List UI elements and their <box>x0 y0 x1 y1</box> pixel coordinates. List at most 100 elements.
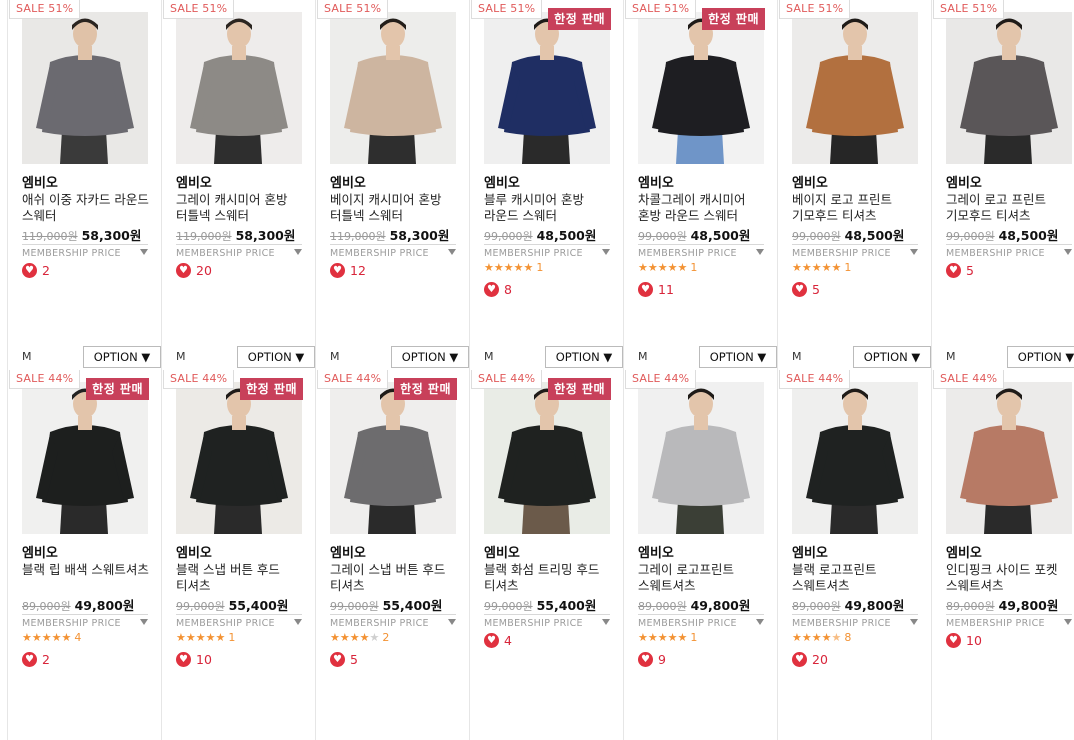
like-count[interactable]: ♥ 2 <box>22 651 50 667</box>
product-card[interactable]: SALE 51% 엠비오 베이지 캐시미어 혼방 터틀넥 스웨터 119,000원 58… <box>315 0 469 370</box>
brand-name[interactable]: 엠비오 <box>22 172 58 191</box>
product-photo[interactable] <box>946 12 1072 164</box>
membership-price-label[interactable]: MEMBERSHIP PRICE <box>22 248 121 259</box>
brand-name[interactable]: 엠비오 <box>792 172 828 191</box>
chevron-down-icon[interactable] <box>756 619 764 625</box>
product-photo[interactable] <box>484 12 610 164</box>
product-name[interactable]: 블랙 립 배색 스웨트셔츠 <box>22 562 154 578</box>
product-photo[interactable] <box>638 382 764 534</box>
membership-price-label[interactable]: MEMBERSHIP PRICE <box>22 618 121 629</box>
option-button[interactable]: OPTION ▼ <box>83 346 161 368</box>
brand-name[interactable]: 엠비오 <box>330 542 366 561</box>
chevron-down-icon[interactable] <box>448 619 456 625</box>
chevron-down-icon[interactable] <box>1064 619 1072 625</box>
heart-icon[interactable]: ♥ <box>638 652 653 667</box>
like-count[interactable]: ♥ 20 <box>792 651 828 667</box>
membership-price-label[interactable]: MEMBERSHIP PRICE <box>330 248 429 259</box>
product-name[interactable]: 그레이 스냅 버튼 후드 티셔츠 <box>330 562 462 594</box>
brand-name[interactable]: 엠비오 <box>638 542 674 561</box>
like-count[interactable]: ♥ 2 <box>22 262 50 278</box>
brand-name[interactable]: 엠비오 <box>484 172 520 191</box>
product-card[interactable]: SALE 44% 엠비오 그레이 로고프린트 스웨트셔츠 89,000원 49,800원… <box>623 370 777 740</box>
membership-price-label[interactable]: MEMBERSHIP PRICE <box>792 618 891 629</box>
option-button[interactable]: OPTION ▼ <box>699 346 777 368</box>
product-image[interactable] <box>330 12 456 164</box>
product-card[interactable]: SALE 44% 엠비오 블랙 로고프린트 스웨트셔츠 89,000원 49,800원 M… <box>777 370 931 740</box>
membership-price-label[interactable]: MEMBERSHIP PRICE <box>176 248 275 259</box>
product-image[interactable] <box>484 382 610 534</box>
like-count[interactable]: ♥ 11 <box>638 281 674 297</box>
heart-icon[interactable]: ♥ <box>946 633 961 648</box>
like-count[interactable]: ♥ 5 <box>946 262 974 278</box>
chevron-down-icon[interactable] <box>756 249 764 255</box>
heart-icon[interactable]: ♥ <box>330 263 345 278</box>
membership-price-label[interactable]: MEMBERSHIP PRICE <box>946 248 1045 259</box>
heart-icon[interactable]: ♥ <box>792 652 807 667</box>
chevron-down-icon[interactable] <box>602 249 610 255</box>
product-name[interactable]: 애쉬 이중 자카드 라운드 스웨터 <box>22 192 154 224</box>
like-count[interactable]: ♥ 8 <box>484 281 512 297</box>
like-count[interactable]: ♥ 5 <box>330 651 358 667</box>
product-photo[interactable] <box>176 382 302 534</box>
option-button[interactable]: OPTION ▼ <box>237 346 315 368</box>
like-count[interactable]: ♥ 20 <box>176 262 212 278</box>
product-image[interactable] <box>176 12 302 164</box>
product-name[interactable]: 그레이 캐시미어 혼방 터틀넥 스웨터 <box>176 192 308 224</box>
product-card[interactable]: SALE 51% 엠비오 베이지 로고 프린트 기모후드 티셔츠 99,000원 48,… <box>777 0 931 370</box>
option-button[interactable]: OPTION ▼ <box>545 346 623 368</box>
product-photo[interactable] <box>22 12 148 164</box>
product-image[interactable] <box>176 382 302 534</box>
chevron-down-icon[interactable] <box>294 619 302 625</box>
membership-price-label[interactable]: MEMBERSHIP PRICE <box>484 248 583 259</box>
membership-price-label[interactable]: MEMBERSHIP PRICE <box>638 618 737 629</box>
product-card[interactable]: SALE 44% 한정 판매 엠비오 블랙 화섬 트리밍 후드 티셔츠 99,000원 5… <box>469 370 623 740</box>
product-card[interactable]: SALE 44% 한정 판매 엠비오 블랙 스냅 버튼 후드 티셔츠 99,000원 55… <box>161 370 315 740</box>
product-card[interactable]: SALE 51% 엠비오 그레이 로고 프린트 기모후드 티셔츠 99,000원 48,… <box>931 0 1074 370</box>
product-photo[interactable] <box>638 12 764 164</box>
heart-icon[interactable]: ♥ <box>176 263 191 278</box>
option-button[interactable]: OPTION ▼ <box>391 346 469 368</box>
brand-name[interactable]: 엠비오 <box>22 542 58 561</box>
product-image[interactable] <box>792 12 918 164</box>
product-name[interactable]: 베이지 로고 프린트 기모후드 티셔츠 <box>792 192 924 224</box>
product-image[interactable] <box>946 12 1072 164</box>
chevron-down-icon[interactable] <box>910 619 918 625</box>
product-card[interactable]: SALE 44% 엠비오 인디핑크 사이드 포켓 스웨트셔츠 89,000원 49,80… <box>931 370 1074 740</box>
heart-icon[interactable]: ♥ <box>484 282 499 297</box>
product-card[interactable]: SALE 51% 엠비오 애쉬 이중 자카드 라운드 스웨터 119,000원 58,3… <box>7 0 161 370</box>
product-photo[interactable] <box>484 382 610 534</box>
product-name[interactable]: 인디핑크 사이드 포켓 스웨트셔츠 <box>946 562 1074 594</box>
like-count[interactable]: ♥ 4 <box>484 632 512 648</box>
membership-price-label[interactable]: MEMBERSHIP PRICE <box>330 618 429 629</box>
product-image[interactable] <box>330 382 456 534</box>
product-card[interactable]: SALE 51% 한정 판매 엠비오 차콜그레이 캐시미어 혼방 라운드 스웨터 99,… <box>623 0 777 370</box>
like-count[interactable]: ♥ 5 <box>792 281 820 297</box>
product-card[interactable]: SALE 44% 한정 판매 엠비오 그레이 스냅 버튼 후드 티셔츠 99,000원 5… <box>315 370 469 740</box>
heart-icon[interactable]: ♥ <box>330 652 345 667</box>
product-image[interactable] <box>946 382 1072 534</box>
product-name[interactable]: 그레이 로고프린트 스웨트셔츠 <box>638 562 770 594</box>
heart-icon[interactable]: ♥ <box>638 282 653 297</box>
heart-icon[interactable]: ♥ <box>792 282 807 297</box>
product-photo[interactable] <box>792 12 918 164</box>
product-photo[interactable] <box>176 12 302 164</box>
product-name[interactable]: 차콜그레이 캐시미어 혼방 라운드 스웨터 <box>638 192 770 224</box>
product-image[interactable] <box>638 12 764 164</box>
product-card[interactable]: SALE 51% 한정 판매 엠비오 블루 캐시미어 혼방 라운드 스웨터 99,000… <box>469 0 623 370</box>
product-image[interactable] <box>22 382 148 534</box>
product-photo[interactable] <box>22 382 148 534</box>
product-image[interactable] <box>638 382 764 534</box>
chevron-down-icon[interactable] <box>140 619 148 625</box>
product-image[interactable] <box>22 12 148 164</box>
brand-name[interactable]: 엠비오 <box>176 542 212 561</box>
membership-price-label[interactable]: MEMBERSHIP PRICE <box>176 618 275 629</box>
product-photo[interactable] <box>330 12 456 164</box>
chevron-down-icon[interactable] <box>448 249 456 255</box>
chevron-down-icon[interactable] <box>910 249 918 255</box>
like-count[interactable]: ♥ 10 <box>946 632 982 648</box>
option-button[interactable]: OPTION ▼ <box>1007 346 1074 368</box>
product-name[interactable]: 그레이 로고 프린트 기모후드 티셔츠 <box>946 192 1074 224</box>
like-count[interactable]: ♥ 10 <box>176 651 212 667</box>
heart-icon[interactable]: ♥ <box>484 633 499 648</box>
brand-name[interactable]: 엠비오 <box>792 542 828 561</box>
